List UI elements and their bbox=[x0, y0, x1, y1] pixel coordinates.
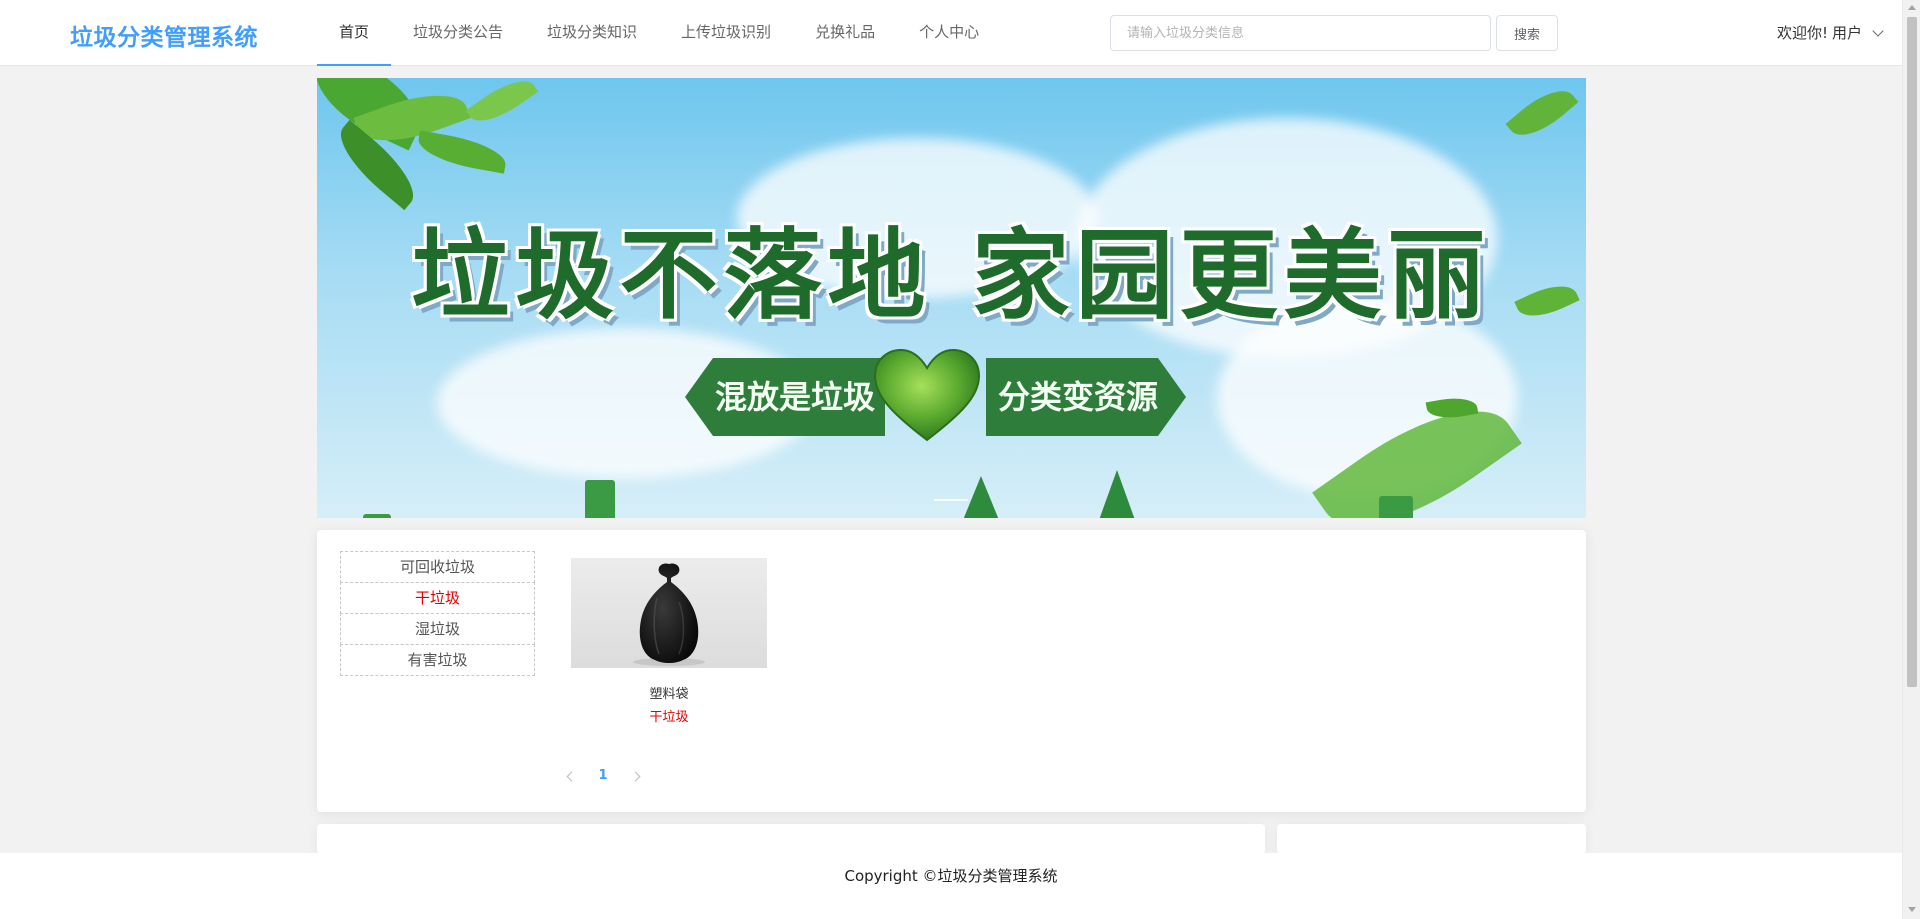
pagination-page-1[interactable]: 1 bbox=[587, 762, 619, 790]
scroll-up-arrow-icon[interactable] bbox=[1908, 5, 1916, 10]
nav-item-personal-center[interactable]: 个人中心 bbox=[897, 0, 1001, 66]
page-scrollbar[interactable] bbox=[1902, 0, 1920, 919]
nav-item-announcements[interactable]: 垃圾分类公告 bbox=[391, 0, 525, 66]
lower-card-right bbox=[1277, 824, 1586, 854]
nav-item-knowledge[interactable]: 垃圾分类知识 bbox=[525, 0, 659, 66]
leaf-decoration bbox=[1505, 79, 1579, 147]
carousel-indicator[interactable] bbox=[934, 499, 968, 501]
user-greeting: 欢迎你! bbox=[1777, 24, 1829, 42]
banner-left-tag: 混放是垃圾 bbox=[685, 358, 885, 436]
search-input[interactable] bbox=[1110, 15, 1491, 51]
chevron-left-icon bbox=[566, 771, 576, 781]
building-decoration bbox=[363, 514, 391, 518]
pagination-next-button[interactable] bbox=[619, 762, 651, 790]
carousel-indicators bbox=[934, 499, 968, 501]
nav-item-upload-recognition[interactable]: 上传垃圾识别 bbox=[659, 0, 793, 66]
tree-decoration bbox=[1099, 470, 1135, 518]
pagination: 1 bbox=[555, 762, 651, 790]
category-item-wet[interactable]: 湿垃圾 bbox=[340, 613, 535, 645]
hero-banner[interactable]: 垃圾不落地 家园更美丽 混放是垃圾 分类变资源 bbox=[317, 78, 1586, 518]
product-name: 塑料袋 bbox=[649, 687, 689, 702]
category-products-card: 可回收垃圾 干垃圾 湿垃圾 有害垃圾 塑料袋 干垃圾 1 bbox=[317, 530, 1586, 812]
product-category: 干垃圾 bbox=[649, 710, 689, 725]
main-nav: 首页 垃圾分类公告 垃圾分类知识 上传垃圾识别 兑换礼品 个人中心 bbox=[317, 0, 1001, 66]
building-decoration bbox=[585, 480, 615, 518]
leaf-decoration bbox=[465, 78, 539, 132]
footer-copyright: Copyright ©垃圾分类管理系统 bbox=[844, 867, 1058, 885]
heart-icon bbox=[873, 348, 981, 442]
product-card[interactable]: 塑料袋 干垃圾 bbox=[571, 558, 767, 725]
nav-item-gift-exchange[interactable]: 兑换礼品 bbox=[793, 0, 897, 66]
nav-item-home[interactable]: 首页 bbox=[317, 0, 392, 66]
search-button[interactable]: 搜索 bbox=[1496, 15, 1558, 51]
user-name: 用户 bbox=[1832, 24, 1863, 42]
chevron-down-icon bbox=[1872, 24, 1884, 37]
leaf-decoration bbox=[415, 130, 509, 174]
user-menu[interactable]: 欢迎你! 用户 bbox=[1777, 22, 1884, 43]
scroll-thumb[interactable] bbox=[1907, 17, 1917, 687]
pagination-prev-button[interactable] bbox=[555, 762, 587, 790]
app-logo[interactable]: 垃圾分类管理系统 bbox=[70, 18, 258, 52]
lower-card-left bbox=[317, 824, 1265, 854]
banner-right-tag: 分类变资源 bbox=[986, 358, 1186, 436]
tree-decoration bbox=[963, 476, 999, 518]
category-item-dry[interactable]: 干垃圾 bbox=[340, 582, 535, 614]
category-list: 可回收垃圾 干垃圾 湿垃圾 有害垃圾 bbox=[340, 551, 535, 676]
building-decoration bbox=[1379, 496, 1413, 518]
page-footer: Copyright ©垃圾分类管理系统 bbox=[0, 853, 1902, 919]
banner-headline: 垃圾不落地 家园更美丽 bbox=[411, 219, 1492, 333]
product-image[interactable] bbox=[571, 558, 767, 668]
category-item-recyclable[interactable]: 可回收垃圾 bbox=[340, 551, 535, 583]
scroll-down-arrow-icon[interactable] bbox=[1908, 907, 1916, 912]
chevron-right-icon bbox=[630, 771, 640, 781]
category-item-hazardous[interactable]: 有害垃圾 bbox=[340, 644, 535, 676]
garbage-bag-icon bbox=[633, 563, 705, 666]
top-header: 垃圾分类管理系统 首页 垃圾分类公告 垃圾分类知识 上传垃圾识别 兑换礼品 个人… bbox=[0, 0, 1902, 66]
